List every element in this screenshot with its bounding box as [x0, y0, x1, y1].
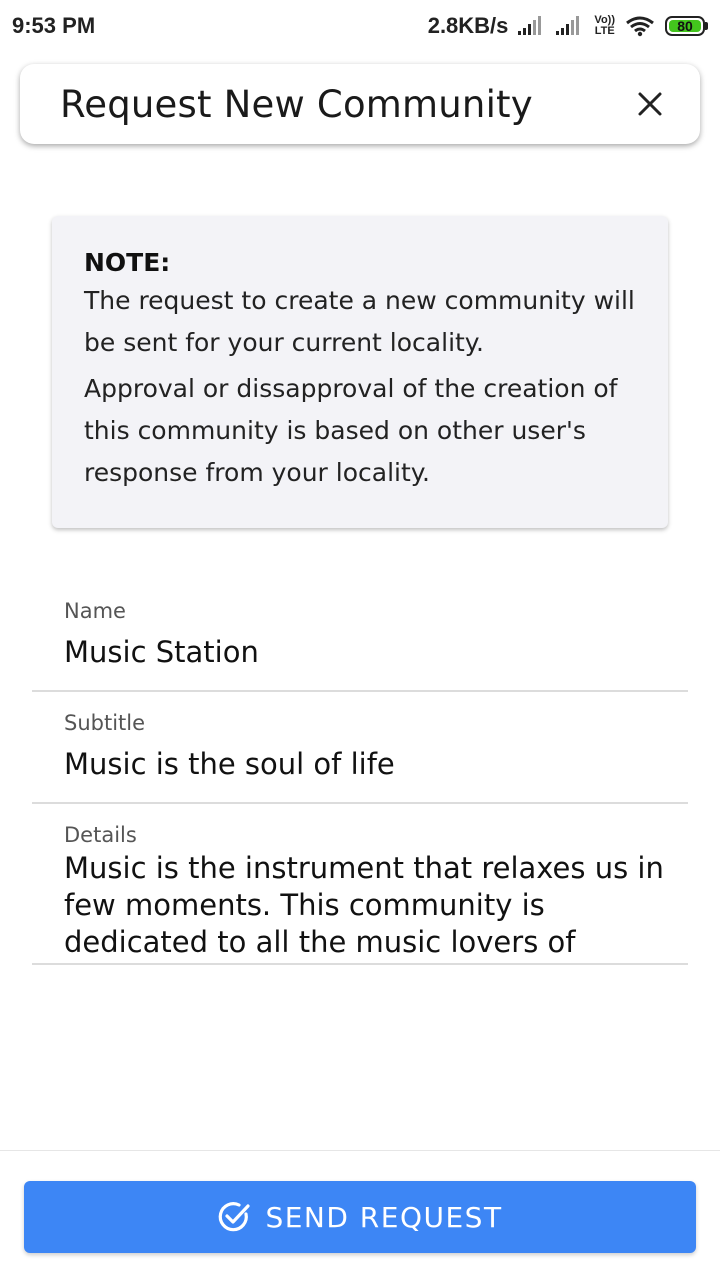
- signal-icon: [556, 16, 584, 36]
- signal-icon: [518, 16, 546, 36]
- volte-icon: Vo)) LTE: [594, 15, 615, 37]
- note-heading: NOTE:: [84, 248, 171, 277]
- check-circle-icon: [219, 1202, 251, 1232]
- bottom-bar: SEND REQUEST: [0, 1150, 720, 1280]
- subtitle-label: Subtitle: [64, 711, 146, 735]
- send-request-button[interactable]: SEND REQUEST: [24, 1181, 696, 1253]
- name-field[interactable]: Name Music Station: [32, 598, 688, 692]
- details-textarea[interactable]: Music is the instrument that relaxes us …: [64, 850, 664, 958]
- note-text-approval: Approval or dissapproval of the creation…: [84, 374, 618, 487]
- status-time: 9:53 PM: [12, 13, 96, 38]
- subtitle-input[interactable]: Music is the soul of life: [64, 746, 664, 782]
- note-card: NOTE: The request to create a new commun…: [52, 216, 668, 528]
- close-icon[interactable]: [637, 91, 663, 117]
- details-field[interactable]: Details Music is the instrument that rel…: [32, 822, 688, 965]
- subtitle-field[interactable]: Subtitle Music is the soul of life: [32, 710, 688, 804]
- status-bar: 9:53 PM 2.8KB/s Vo)) LTE 80: [0, 0, 720, 52]
- wifi-icon: [625, 15, 655, 37]
- page-title: Request New Community: [60, 82, 533, 126]
- battery-icon: 80: [665, 16, 708, 36]
- status-indicators: 2.8KB/s Vo)) LTE 80: [428, 13, 708, 39]
- battery-level: 80: [669, 18, 701, 34]
- note-text-locality: The request to create a new community wi…: [84, 286, 635, 357]
- name-input[interactable]: Music Station: [64, 634, 664, 670]
- header-card: Request New Community: [20, 64, 700, 144]
- volte-bottom: LTE: [594, 25, 615, 37]
- close-button[interactable]: [628, 82, 672, 126]
- network-speed: 2.8KB/s: [427, 13, 509, 38]
- send-request-label: SEND REQUEST: [265, 1200, 503, 1234]
- name-label: Name: [64, 599, 126, 623]
- details-label: Details: [64, 823, 137, 847]
